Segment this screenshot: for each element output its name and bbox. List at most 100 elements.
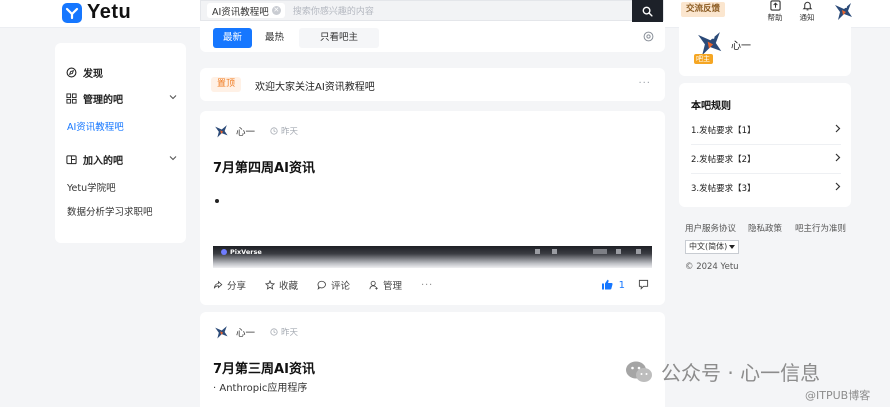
footer-link-privacy[interactable]: 隐私政策 [748,222,782,234]
favorite-label: 收藏 [279,281,299,292]
comment-icon [317,280,326,290]
tab-owner-only[interactable]: 只看吧主 [299,28,380,48]
thumbs-up-icon[interactable] [601,279,613,290]
post-title[interactable]: 7月第四周AI资讯 [213,157,315,176]
watermark-sub: @ITPUB博客 [805,389,871,402]
preview-toolbar-icon [636,249,641,254]
nav-joined-section[interactable]: 加入的吧 [66,152,123,167]
left-sidebar: 发现 管理的吧 AI资讯教程吧 加入的吧 Yetu学院吧 数据分析学习求职吧 [55,43,186,243]
post-actions: 分享 收藏 评论 管理 ··· [213,278,452,292]
post-author[interactable]: 心一 昨天 [213,324,298,340]
preview-brand: PixVerse [221,248,262,256]
pinned-notice[interactable]: 置顶 欢迎大家关注AI资讯教程吧 ··· [200,68,665,101]
yetu-logo-icon [62,2,82,23]
brand-name: Yetu [87,1,132,23]
bird-avatar-icon [835,3,852,20]
language-select[interactable]: 中文(简体) [685,240,740,254]
nav-managed-section[interactable]: 管理的吧 [66,91,176,106]
rules-title: 本吧规则 [691,101,731,112]
comment-button[interactable]: 评论 [317,278,350,292]
comment-label: 评论 [331,281,351,292]
sidebar-item-ai-forum[interactable]: AI资讯教程吧 [67,119,124,133]
post-time: 昨天 [270,125,298,137]
help-icon [769,0,781,11]
search-scope-tag[interactable]: AI资讯教程吧 ✕ [207,3,285,18]
sidebar-item-data-analysis[interactable]: 数据分析学习求职吧 [67,204,153,218]
manage-label: 管理 [383,281,403,292]
bird-avatar-icon [215,125,228,138]
footer-link-terms[interactable]: 用户服务协议 [685,222,736,234]
help-button[interactable]: 帮助 [764,0,786,23]
post-author[interactable]: 心一 昨天 [213,123,298,139]
post-card[interactable]: 心一 昨天 7月第四周AI资讯 PixVerse 分享 收藏 评论 管理 ···… [200,111,665,305]
bird-avatar-icon [215,326,228,339]
list-bullet [215,199,219,203]
rule-item[interactable]: 2.发帖要求【2】 [691,153,841,165]
watermark-text: 公众号 · 心一信息 [661,361,821,385]
help-label: 帮助 [767,13,783,22]
search-scope-label: AI资讯教程吧 [212,6,269,18]
owner-name[interactable]: 心一 [731,37,751,52]
share-button[interactable]: 分享 [213,278,246,292]
tab-hot[interactable]: 最热 [255,28,295,48]
sidebar-item-yetu-academy[interactable]: Yetu学院吧 [67,180,116,194]
feedback-button[interactable]: 交流反馈 [681,2,726,17]
settings-icon[interactable] [643,31,654,42]
post-card[interactable]: 心一 昨天 7月第三周AI资讯 · Anthropic应用程序 [200,312,665,407]
like-count: 1 [618,280,625,291]
post-time: 昨天 [270,326,298,338]
rule-label: 3.发帖要求【3】 [691,184,756,194]
wechat-icon [626,361,652,382]
chevron-right-icon [835,182,841,191]
divider [691,173,841,174]
search-button[interactable] [632,0,663,22]
search-bar[interactable]: AI资讯教程吧 ✕ 搜索你感兴趣的内容 [200,0,664,22]
chat-icon[interactable] [638,279,649,290]
pinned-badge: 置顶 [211,77,242,92]
search-input[interactable]: 搜索你感兴趣的内容 [293,4,374,17]
more-icon[interactable]: ··· [421,280,433,291]
rule-label: 2.发帖要求【2】 [691,155,756,165]
search-icon [642,6,653,17]
rule-item[interactable]: 3.发帖要求【3】 [691,182,841,194]
post-image-preview[interactable]: PixVerse [213,246,652,268]
clear-scope-icon[interactable]: ✕ [271,6,281,15]
pinned-notice-text[interactable]: 欢迎大家关注AI资讯教程吧 [255,78,375,93]
share-icon [213,280,223,289]
user-avatar[interactable] [832,0,854,22]
share-label: 分享 [227,281,247,292]
author-name[interactable]: 心一 [236,124,255,138]
chevron-down-icon[interactable] [169,155,177,161]
more-icon[interactable]: ··· [638,78,651,89]
author-name[interactable]: 心一 [236,325,255,339]
preview-toolbar-icon [593,249,607,254]
folder-icon [66,155,77,165]
brand-logo[interactable]: Yetu [62,1,131,24]
nav-discover[interactable]: 发现 [66,65,103,80]
notification-button[interactable]: 通知 [796,0,818,23]
footer-link-owner-rules[interactable]: 吧主行为准则 [795,222,846,234]
preview-toolbar-icon [616,249,621,254]
favorite-button[interactable]: 收藏 [265,278,298,292]
post-title[interactable]: 7月第三周AI资讯 [213,358,315,377]
chevron-right-icon [835,124,841,133]
star-icon [265,280,276,290]
sort-tabs-card: 最新 最热 只看吧主 [200,22,665,52]
preview-toolbar-icon [552,249,557,254]
owner-badge: 吧主 [694,54,713,64]
clock-icon [270,127,278,135]
chevron-down-icon[interactable] [169,94,177,100]
preview-toolbar-icon [535,249,540,254]
preview-brand-label: PixVerse [230,248,262,256]
nav-joined-label: 加入的吧 [83,156,123,167]
post-excerpt: · Anthropic应用程序 [213,383,308,394]
bell-icon [802,1,812,11]
rule-item[interactable]: 1.发帖要求【1】 [691,124,841,136]
pixverse-logo-icon [221,249,227,255]
tab-latest[interactable]: 最新 [213,28,253,48]
notify-label: 通知 [799,13,815,22]
language-value: 中文(简体) [689,242,728,251]
wechat-watermark: 公众号 · 心一信息 [625,357,820,386]
rule-label: 1.发帖要求【1】 [691,126,756,136]
manage-button[interactable]: 管理 [369,278,402,292]
